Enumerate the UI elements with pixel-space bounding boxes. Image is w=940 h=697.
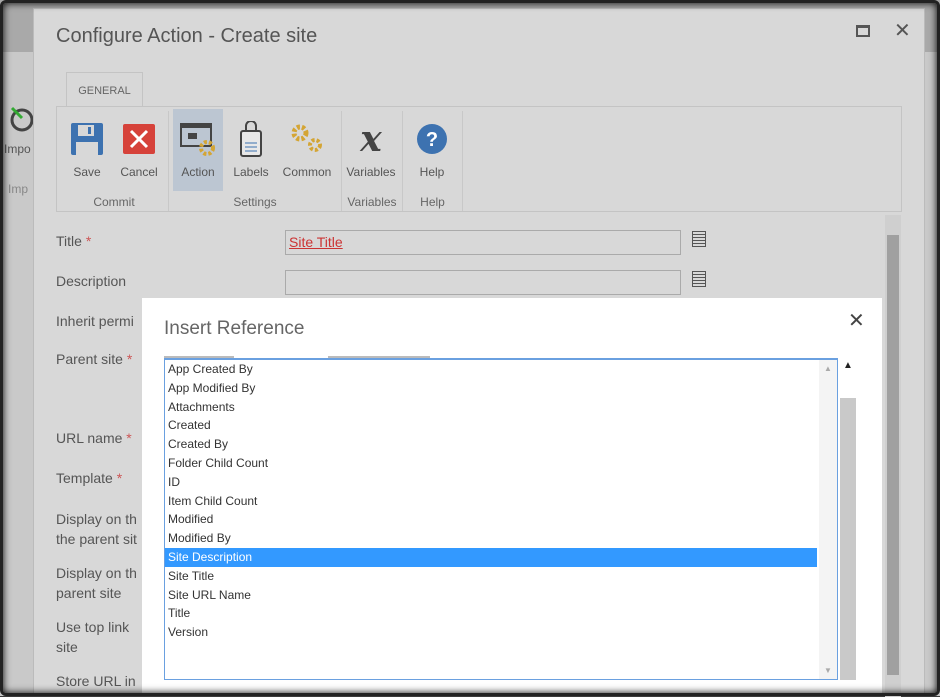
list-item[interactable]: Created By [165, 435, 817, 454]
cancel-icon [123, 124, 155, 154]
close-icon[interactable]: ✕ [848, 308, 865, 333]
modal-scrollbar[interactable]: ▲ [840, 358, 856, 680]
common-button[interactable]: Common [277, 109, 337, 189]
save-button[interactable]: Save [61, 109, 113, 189]
field-label-display-parent-2: Display on th parent site [56, 565, 137, 601]
field-label-display-parent: Display on th the parent sit [56, 511, 137, 547]
field-label-url-name: URL name * [56, 430, 132, 446]
group-settings: Settings [233, 195, 277, 209]
import-button-label: Impo [4, 142, 31, 156]
insert-reference-icon[interactable] [692, 231, 706, 247]
labels-button[interactable]: Labels [225, 109, 277, 189]
reference-listbox[interactable]: App Created By App Modified By Attachments… [164, 358, 838, 680]
variable-x-icon: x [360, 118, 382, 160]
dialog-scrollbar[interactable] [885, 215, 901, 697]
label-tag-icon [240, 121, 262, 157]
list-item[interactable]: Created [165, 416, 817, 435]
list-item[interactable]: Title [165, 604, 817, 623]
svg-text:?: ? [426, 129, 438, 151]
maximize-icon[interactable] [856, 25, 870, 37]
list-item[interactable]: Version [165, 623, 817, 642]
action-button[interactable]: Action [173, 109, 223, 191]
dialog-title: Configure Action - Create site [56, 25, 318, 47]
field-label-inherit: Inherit permi [56, 313, 134, 329]
list-item[interactable]: App Modified By [165, 379, 817, 398]
tab-general[interactable]: GENERAL [66, 72, 143, 107]
cancel-button[interactable]: Cancel [113, 109, 165, 189]
field-label-top-link: Use top link site [56, 619, 130, 655]
group-variables: Variables [347, 195, 397, 209]
description-input[interactable] [285, 270, 681, 295]
title-input[interactable]: Site Title [285, 230, 681, 255]
gears-icon [291, 124, 322, 152]
group-commit: Commit [93, 195, 135, 209]
list-item[interactable]: Modified [165, 510, 817, 529]
help-icon: ? [417, 124, 447, 154]
insert-reference-modal: Insert Reference ✕ App Created By App Mod… [142, 298, 882, 696]
group-help: Help [420, 195, 445, 209]
field-label-title: Title * [56, 233, 92, 249]
insert-reference-icon[interactable] [692, 271, 706, 287]
help-button[interactable]: ? Help [407, 109, 457, 189]
save-icon [71, 123, 103, 155]
list-item[interactable]: ID [165, 473, 817, 492]
list-item[interactable]: Site URL Name [165, 586, 817, 605]
ribbon: Save Cancel Action Labels Common x Varia… [56, 106, 902, 212]
close-icon[interactable]: ✕ [894, 18, 911, 43]
list-item[interactable]: Modified By [165, 529, 817, 548]
field-label-template: Template * [56, 470, 123, 486]
field-label-store-url: Store URL in [56, 673, 136, 689]
list-item[interactable]: Site Description [165, 547, 817, 567]
field-label-parent-site: Parent site * [56, 351, 133, 367]
list-item[interactable]: Folder Child Count [165, 454, 817, 473]
variables-button[interactable]: x Variables [343, 109, 399, 189]
list-item[interactable]: App Created By [165, 360, 817, 379]
modal-title: Insert Reference [164, 318, 305, 339]
import-group-label: Imp [8, 182, 29, 196]
list-item[interactable]: Site Title [165, 567, 817, 586]
list-item[interactable]: Item Child Count [165, 492, 817, 511]
import-icon [10, 106, 34, 132]
listbox-scrollbar[interactable]: ▲ ▼ [819, 360, 837, 679]
action-settings-icon [180, 123, 215, 156]
field-label-description: Description [56, 273, 127, 289]
list-item[interactable]: Attachments [165, 398, 817, 417]
